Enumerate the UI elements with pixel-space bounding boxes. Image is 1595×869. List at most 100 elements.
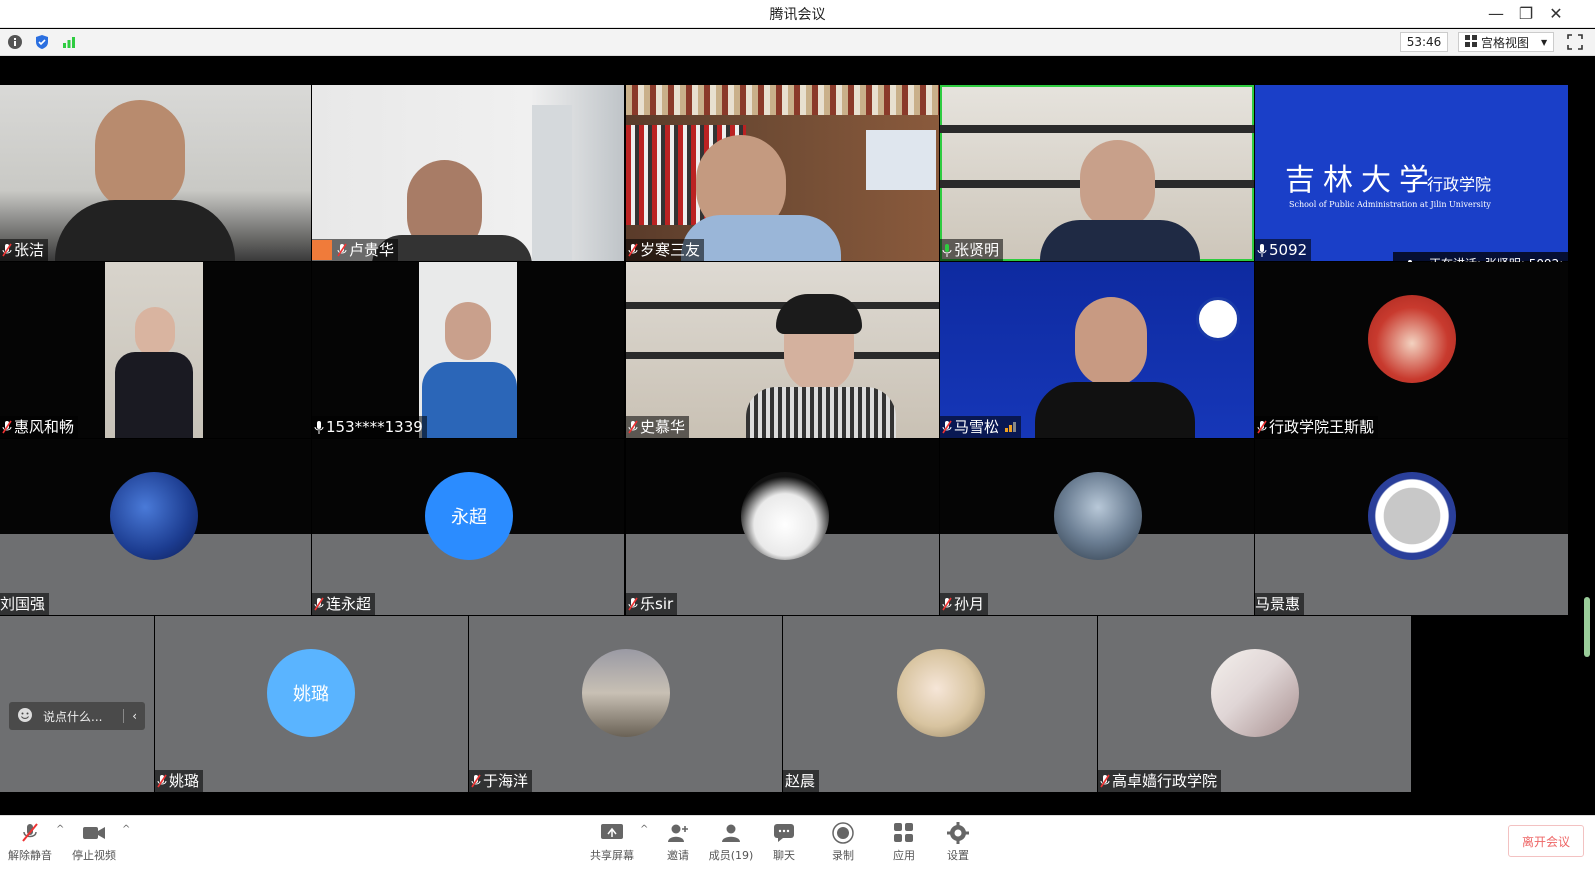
- video-tile[interactable]: 乐sir: [626, 439, 939, 615]
- participant-avatar: [110, 472, 198, 560]
- participant-name-label: 连永超: [312, 593, 376, 615]
- chat-bubble-icon: [771, 822, 797, 844]
- stop-video-button[interactable]: 停止视频: [64, 822, 124, 863]
- avatar-icon: [312, 240, 332, 260]
- gear-icon: [945, 822, 971, 844]
- video-tile[interactable]: 姚璐 姚璐: [155, 616, 468, 792]
- mic-muted-icon: [628, 597, 638, 611]
- participant-avatar: [741, 472, 829, 560]
- participant-name-label: 5092: [1255, 239, 1312, 261]
- share-screen-icon: [599, 822, 625, 844]
- mic-muted-icon: [17, 822, 43, 844]
- chevron-up-icon[interactable]: ^: [122, 824, 130, 835]
- close-button[interactable]: ✕: [1542, 2, 1570, 24]
- signal-icon[interactable]: [60, 33, 78, 51]
- info-icon[interactable]: [6, 33, 24, 51]
- participant-name-label: 乐sir: [626, 593, 678, 615]
- video-tile[interactable]: 史慕华: [626, 262, 939, 438]
- apps-grid-icon: [891, 822, 917, 844]
- video-tile[interactable]: 孙月: [940, 439, 1254, 615]
- video-tile[interactable]: 高卓嫱行政学院: [1098, 616, 1411, 792]
- mic-muted-icon: [942, 597, 952, 611]
- participant-avatar: [1368, 295, 1456, 383]
- participant-name-label: 卢贵华: [312, 239, 399, 261]
- empty-area: [1412, 616, 1595, 792]
- participant-name-label: 153****1339: [312, 416, 427, 438]
- share-screen-button[interactable]: 共享屏幕: [582, 822, 642, 863]
- participant-name-label: 岁寒三友: [626, 239, 705, 261]
- mic-muted-icon: [628, 243, 638, 257]
- chat-placeholder[interactable]: 说点什么...: [43, 708, 113, 725]
- leave-meeting-button[interactable]: 离开会议: [1508, 825, 1584, 857]
- video-grid: 张洁 卢贵华 岁寒三友 张贤明 吉林大学 行政学院 School of Publ…: [0, 57, 1595, 815]
- title-bar: 腾讯会议 — ❐ ✕: [0, 0, 1595, 28]
- participant-name-label: 于海洋: [469, 770, 533, 792]
- members-icon: [718, 822, 744, 844]
- mic-muted-icon: [628, 420, 638, 434]
- video-tile[interactable]: 张洁: [0, 85, 311, 261]
- video-tile[interactable]: 卢贵华: [312, 85, 624, 261]
- university-logo-text: 吉林大学: [1285, 163, 1437, 198]
- video-tile[interactable]: 赵晨: [783, 616, 1097, 792]
- scrollbar[interactable]: [1584, 597, 1590, 657]
- mic-muted-icon: [942, 420, 952, 434]
- video-tile[interactable]: 于海洋: [469, 616, 782, 792]
- participant-name-label: 高卓嫱行政学院: [1098, 770, 1222, 792]
- bottom-control-bar: 解除静音 ^ 停止视频 ^ 共享屏幕 ^ 邀请 成员(19) 聊天 录制 应用 …: [0, 815, 1595, 869]
- video-camera-icon: [81, 822, 107, 844]
- university-badge-icon: [1196, 297, 1240, 341]
- participant-avatar: [897, 649, 985, 737]
- emoji-icon[interactable]: [17, 707, 33, 726]
- university-seal-icon: [1368, 472, 1456, 560]
- participant-avatar: 永超: [425, 472, 513, 560]
- chevron-down-icon: ▼: [1541, 37, 1548, 47]
- chat-input-bar[interactable]: 说点什么... ‹: [9, 702, 145, 730]
- participant-name-label: 姚璐: [155, 770, 204, 792]
- unmute-button[interactable]: 解除静音: [0, 822, 60, 863]
- participant-avatar: [1211, 649, 1299, 737]
- invite-button[interactable]: 邀请: [648, 822, 708, 863]
- mic-active-icon: [942, 243, 952, 257]
- participant-name-label: 张洁: [0, 239, 49, 261]
- participant-name-label: 张贤明: [940, 239, 1004, 261]
- participant-avatar: [582, 649, 670, 737]
- apps-button[interactable]: 应用: [874, 822, 934, 863]
- minimize-button[interactable]: —: [1482, 2, 1510, 24]
- video-tile[interactable]: 永超 连永超: [312, 439, 624, 615]
- settings-button[interactable]: 设置: [928, 822, 988, 863]
- mic-icon: [314, 420, 324, 434]
- chevron-left-icon[interactable]: ‹: [123, 709, 145, 723]
- record-button[interactable]: 录制: [813, 822, 873, 863]
- video-tile[interactable]: 刘国强: [0, 439, 311, 615]
- restore-button[interactable]: ❐: [1512, 2, 1540, 24]
- video-tile[interactable]: 马雪松: [940, 262, 1254, 438]
- members-button[interactable]: 成员(19): [701, 822, 761, 863]
- signal-icon: [1005, 416, 1017, 438]
- grid-icon: [1465, 34, 1477, 50]
- top-toolbar: 53:46 宫格视图 ▼: [0, 29, 1595, 56]
- department-text: 行政学院: [1427, 175, 1492, 194]
- invite-user-icon: [665, 822, 691, 844]
- video-tile[interactable]: 行政学院王斯靓: [1255, 262, 1568, 438]
- participant-name-label: 马景惠: [1255, 593, 1305, 615]
- mic-icon: [1257, 243, 1267, 257]
- mic-muted-icon: [1100, 774, 1110, 788]
- view-label: 宫格视图: [1481, 35, 1530, 50]
- grid-view-button[interactable]: 宫格视图 ▼: [1458, 32, 1554, 52]
- participant-avatar: 姚璐: [267, 649, 355, 737]
- video-tile[interactable]: 153****1339: [312, 262, 624, 438]
- video-tile[interactable]: 惠风和畅: [0, 262, 311, 438]
- participant-name-label: 惠风和畅: [0, 416, 79, 438]
- video-tile[interactable]: 马景惠: [1255, 439, 1568, 615]
- mic-muted-icon: [2, 243, 12, 257]
- video-tile[interactable]: 岁寒三友: [626, 85, 939, 261]
- video-tile[interactable]: 吉林大学 行政学院 School of Public Administratio…: [1255, 85, 1568, 261]
- video-tile-active-speaker[interactable]: 张贤明: [940, 85, 1254, 261]
- record-icon: [830, 822, 856, 844]
- security-shield-icon[interactable]: [33, 33, 51, 51]
- mic-muted-icon: [337, 243, 347, 257]
- mic-muted-icon: [314, 597, 324, 611]
- mic-muted-icon: [1257, 420, 1267, 434]
- fullscreen-icon[interactable]: [1566, 33, 1584, 51]
- chat-button[interactable]: 聊天: [754, 822, 814, 863]
